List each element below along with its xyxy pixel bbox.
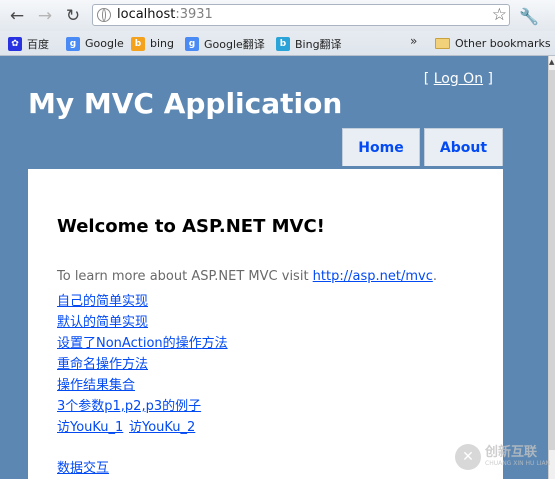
link-data-interaction[interactable]: 数据交互 <box>57 457 109 476</box>
url-port: :3931 <box>175 7 213 22</box>
bing-icon: b <box>131 36 145 51</box>
watermark-subtext: CHUANG XIN HU LIAN <box>485 460 551 467</box>
intro-text: To learn more about ASP.NET MVC visit ht… <box>57 269 437 284</box>
site-title: My MVC Application <box>28 87 343 120</box>
logon-link[interactable]: Log On <box>434 71 483 87</box>
url-host: localhost <box>117 7 176 22</box>
link-own-implementation[interactable]: 自己的简单实现 <box>57 290 148 309</box>
bookmark-label: 百度 <box>27 37 49 51</box>
star-icon[interactable]: ☆ <box>492 5 507 25</box>
bookmarks-overflow-chevron[interactable]: » <box>410 34 417 48</box>
url-text: localhost:3931 <box>117 7 213 22</box>
menu-tab-home[interactable]: Home <box>342 128 420 166</box>
scrollbar-thumb[interactable] <box>549 70 555 450</box>
logon-bracket-open: [ <box>423 71 434 87</box>
address-bar[interactable]: localhost:3931 ☆ <box>92 4 510 26</box>
bing-translate-icon: b <box>276 36 290 51</box>
watermark-icon: ✕ <box>455 444 481 470</box>
other-bookmarks[interactable]: Other bookmarks <box>435 35 551 52</box>
link-action-results[interactable]: 操作结果集合 <box>57 374 135 393</box>
other-bookmarks-label: Other bookmarks <box>455 37 551 50</box>
globe-icon <box>97 8 111 22</box>
main-content: Welcome to ASP.NET MVC! To learn more ab… <box>28 169 503 489</box>
reload-icon[interactable]: ↻ <box>62 5 84 27</box>
link-rename-action[interactable]: 重命名操作方法 <box>57 353 148 372</box>
menu-tab-about[interactable]: About <box>424 128 503 166</box>
bookmark-google-translate[interactable]: g Google翻译 <box>185 35 265 52</box>
welcome-heading: Welcome to ASP.NET MVC! <box>57 216 325 237</box>
bookmark-bing-translate[interactable]: b Bing翻译 <box>276 35 342 52</box>
watermark-logo: ✕ 创新互联 CHUANG XIN HU LIAN <box>455 436 555 478</box>
forward-arrow-icon[interactable]: → <box>34 5 56 27</box>
link-youku-1[interactable]: 访YouKu_1 <box>57 416 123 435</box>
intro-text-end: . <box>432 269 437 284</box>
asp-net-mvc-link[interactable]: http://asp.net/mvc <box>313 269 433 284</box>
back-arrow-icon[interactable]: ← <box>6 5 28 27</box>
bookmark-google[interactable]: g Google <box>66 35 124 52</box>
page-content: [ Log On ] My MVC Application Home About… <box>0 56 548 489</box>
intro-text-start: To learn more about ASP.NET MVC visit <box>57 269 313 284</box>
watermark-text: 创新互联 <box>485 445 538 460</box>
link-default-implementation[interactable]: 默认的简单实现 <box>57 311 148 330</box>
folder-icon <box>435 38 450 49</box>
link-three-params-example[interactable]: 3个参数p1,p2,p3的例子 <box>57 395 201 414</box>
scroll-up-arrow-icon[interactable]: ▲ <box>549 58 554 66</box>
link-youku-2[interactable]: 访YouKu_2 <box>129 416 195 435</box>
google-icon: g <box>185 36 199 51</box>
bookmark-label: Google翻译 <box>204 37 265 51</box>
logon-display: [ Log On ] <box>424 71 493 87</box>
bookmarks-bar: ✿ 百度 g Google b bing g Google翻译 b Bing翻译… <box>0 31 555 56</box>
baidu-paw-icon: ✿ <box>8 36 22 51</box>
wrench-icon[interactable]: 🔧 <box>518 5 540 27</box>
bookmark-label: Bing翻译 <box>295 37 342 51</box>
browser-toolbar: ← → ↻ localhost:3931 ☆ 🔧 <box>0 0 555 31</box>
bookmark-label: Google <box>85 37 124 50</box>
bookmark-label: bing <box>150 37 174 50</box>
bookmark-baidu[interactable]: ✿ 百度 <box>8 35 49 52</box>
logon-bracket-close: ] <box>483 71 493 87</box>
bookmark-bing[interactable]: b bing <box>131 35 174 52</box>
watermark-text-block: 创新互联 CHUANG XIN HU LIAN <box>485 446 550 468</box>
link-nonaction-method[interactable]: 设置了NonAction的操作方法 <box>57 332 228 351</box>
vertical-scrollbar[interactable]: ▲ <box>548 56 555 479</box>
google-icon: g <box>66 36 80 51</box>
